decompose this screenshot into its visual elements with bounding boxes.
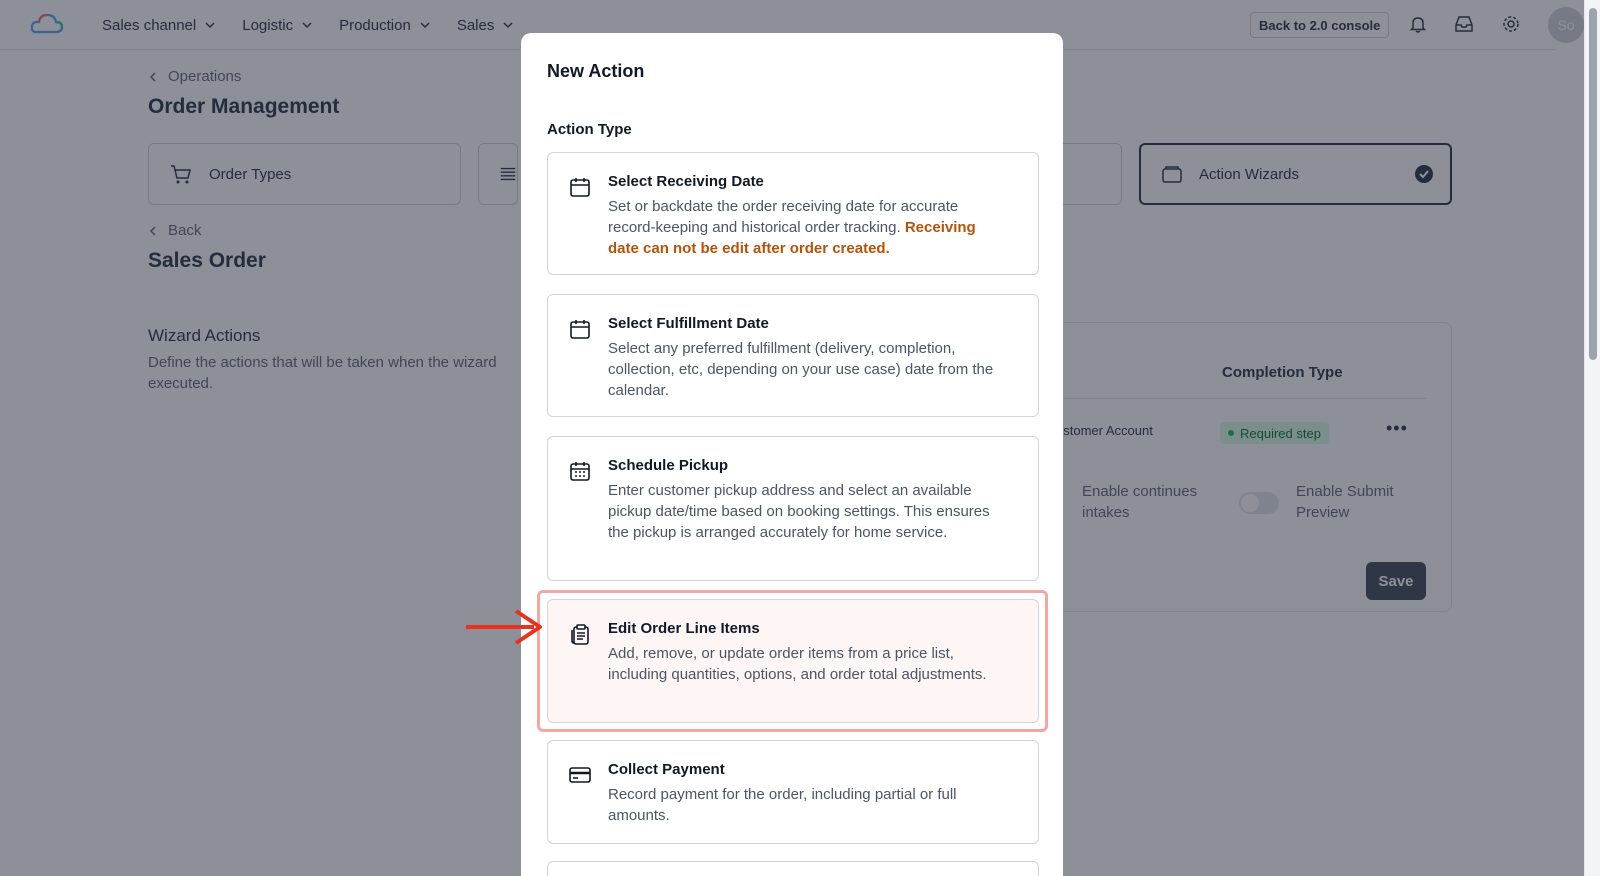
option-description: Enter customer pickup address and select…: [608, 482, 990, 541]
calendar-icon: [570, 320, 590, 339]
option-description: Set or backdate the order receiving date…: [608, 196, 1008, 259]
action-type-label: Action Type: [547, 121, 632, 138]
option-select-fulfillment-date[interactable]: Select Fulfillment Date Select any prefe…: [547, 294, 1039, 417]
new-action-modal: New Action Action Type Select Receiving …: [521, 33, 1063, 876]
option-description: Record payment for the order, including …: [608, 786, 957, 824]
arrow-right-icon: [466, 609, 542, 645]
option-collect-payment[interactable]: Collect Payment Record payment for the o…: [547, 740, 1039, 844]
modal-title: New Action: [547, 61, 645, 81]
option-next-partial[interactable]: [547, 861, 1039, 876]
page-scrollbar[interactable]: [1584, 0, 1600, 876]
option-select-receiving-date[interactable]: Select Receiving Date Set or backdate th…: [547, 152, 1039, 275]
credit-card-icon: [569, 767, 591, 783]
scrollbar-thumb[interactable]: [1589, 8, 1597, 360]
option-title: Collect Payment: [608, 761, 725, 778]
highlight-frame: [537, 590, 1048, 732]
option-title: Schedule Pickup: [608, 457, 729, 474]
option-description: Select any preferred fulfillment (delive…: [608, 340, 994, 399]
calendar-grid-icon: [570, 462, 590, 481]
calendar-icon: [570, 178, 590, 197]
option-schedule-pickup[interactable]: Schedule Pickup Enter customer pickup ad…: [547, 436, 1039, 581]
option-title: Select Receiving Date: [608, 173, 764, 190]
option-title: Select Fulfillment Date: [608, 315, 769, 332]
